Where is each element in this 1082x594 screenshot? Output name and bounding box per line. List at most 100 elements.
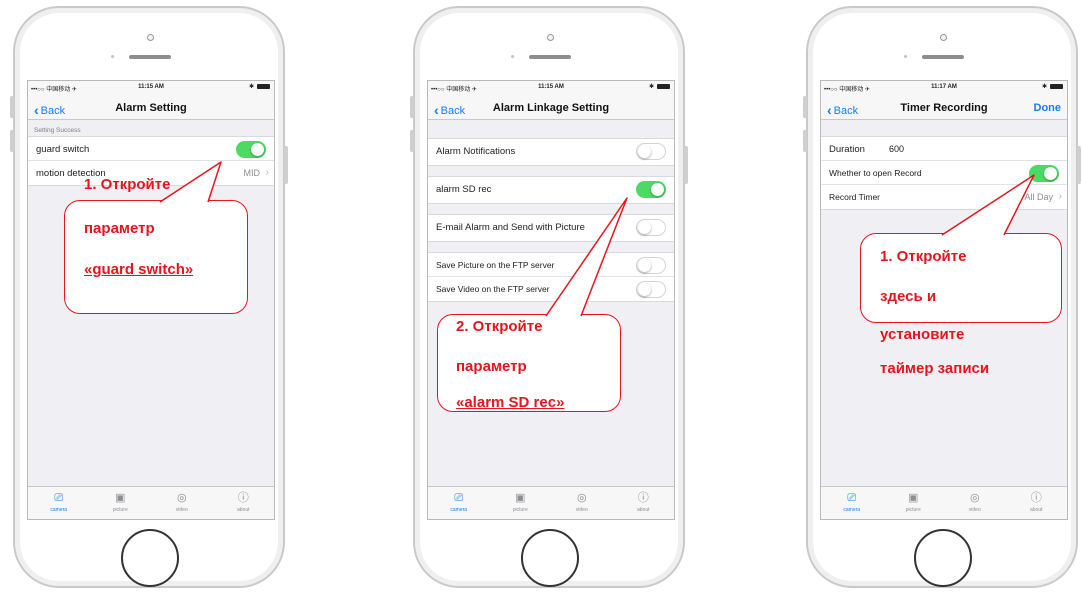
tab-camera[interactable]: ⎚ camera xyxy=(28,487,90,519)
sensor-dot xyxy=(111,55,114,58)
tab-camera[interactable]: ⎚ camera xyxy=(428,487,490,519)
duration-value[interactable]: 600 xyxy=(889,144,904,154)
info-icon: ⓘ xyxy=(637,492,649,504)
sensor-dot xyxy=(904,55,907,58)
sensor-dot xyxy=(511,55,514,58)
bluetooth-icon: ✱ xyxy=(1041,84,1047,90)
earpiece-speaker xyxy=(529,55,571,59)
ftp-video-toggle[interactable] xyxy=(636,281,666,298)
settings-group: E-mail Alarm and Send with Picture xyxy=(428,214,674,242)
tab-label: camera xyxy=(450,507,468,513)
screen-alarm-linkage: •••○○ 中国移动 ✈ 11:15 AM ✱ ‹ Back Alarm Link… xyxy=(427,80,675,520)
callout-3-line-3: установите xyxy=(880,326,965,343)
volume-button xyxy=(10,96,14,118)
ftp-picture-toggle[interactable] xyxy=(636,257,666,274)
tab-label: about xyxy=(236,507,250,513)
tab-bar: ⎚ camera ▣ picture ◎ video ⓘ about xyxy=(821,486,1067,519)
tab-camera[interactable]: ⎚ camera xyxy=(821,487,883,519)
bluetooth-icon: ✱ xyxy=(648,84,654,90)
chevron-right-icon: › xyxy=(265,167,269,178)
tab-about[interactable]: ⓘ about xyxy=(1006,487,1068,519)
image-icon: ▣ xyxy=(515,492,526,504)
toggle-knob xyxy=(638,283,651,296)
toggle-knob xyxy=(638,259,651,272)
volume-button xyxy=(410,130,414,152)
image-icon: ▣ xyxy=(115,492,126,504)
tab-about[interactable]: ⓘ about xyxy=(213,487,275,519)
tab-picture[interactable]: ▣ picture xyxy=(490,487,552,519)
tab-bar: ⎚ camera ▣ picture ◎ video ⓘ about xyxy=(28,486,274,519)
bluetooth-icon: ✱ xyxy=(248,84,254,90)
row-label: alarm SD rec xyxy=(436,184,492,195)
status-time: 11:17 AM xyxy=(931,84,957,90)
row-label: guard switch xyxy=(36,144,90,155)
navigation-bar: ‹ Back Timer Recording Done xyxy=(821,94,1067,120)
volume-button xyxy=(10,130,14,152)
callout-3-line-1: 1. Откройте xyxy=(880,248,967,265)
power-button xyxy=(684,146,688,184)
row-label: E-mail Alarm and Send with Picture xyxy=(436,222,585,233)
tab-label: about xyxy=(1029,507,1043,513)
tab-bar: ⎚ camera ▣ picture ◎ video ⓘ about xyxy=(428,486,674,519)
status-time: 11:15 AM xyxy=(138,84,164,90)
video-reel-icon: ◎ xyxy=(576,492,587,504)
guard-switch-toggle[interactable] xyxy=(236,141,266,158)
phone-frame-2: •••○○ 中国移动 ✈ 11:15 AM ✱ ‹ Back Alarm Link… xyxy=(410,6,688,588)
tab-picture[interactable]: ▣ picture xyxy=(90,487,152,519)
tab-about[interactable]: ⓘ about xyxy=(613,487,675,519)
done-button[interactable]: Done xyxy=(1034,102,1062,114)
front-camera xyxy=(547,34,554,41)
battery-icon xyxy=(657,84,670,89)
power-button xyxy=(1077,146,1081,184)
home-button[interactable] xyxy=(914,529,972,587)
page-title: Alarm Linkage Setting xyxy=(492,102,610,114)
row-label: Duration xyxy=(829,144,865,155)
tab-video[interactable]: ◎ video xyxy=(151,487,213,519)
toggle-knob xyxy=(638,221,651,234)
toggle-knob xyxy=(638,145,651,158)
row-label: Whether to open Record xyxy=(829,168,922,178)
row-alarm-notifications: Alarm Notifications xyxy=(428,139,674,165)
row-value: All Day xyxy=(1024,192,1053,202)
tab-label: video xyxy=(175,507,188,513)
status-bar: •••○○ 中国移动 ✈ 11:17 AM ✱ xyxy=(821,81,1067,94)
front-camera xyxy=(940,34,947,41)
video-camera-icon: ⎚ xyxy=(454,492,464,504)
tab-video[interactable]: ◎ video xyxy=(944,487,1006,519)
row-duration: Duration 600 xyxy=(821,137,1067,161)
settings-group: Save Picture on the FTP server Save Vide… xyxy=(428,252,674,302)
email-alarm-toggle[interactable] xyxy=(636,219,666,236)
row-record-timer[interactable]: Record Timer All Day › xyxy=(821,185,1067,209)
section-header: Setting Success xyxy=(34,127,81,134)
navigation-bar: ‹ Back Alarm Setting xyxy=(28,94,274,120)
alarm-sd-rec-toggle[interactable] xyxy=(636,181,666,198)
home-button[interactable] xyxy=(121,529,179,587)
tab-label: video xyxy=(968,507,981,513)
tab-video[interactable]: ◎ video xyxy=(551,487,613,519)
row-guard-switch: guard switch xyxy=(28,137,274,161)
status-time: 11:15 AM xyxy=(538,84,564,90)
page-title: Alarm Setting xyxy=(115,102,187,114)
callout-1-line-2: параметр xyxy=(84,220,155,237)
tab-label: video xyxy=(575,507,588,513)
tab-label: camera xyxy=(843,507,861,513)
earpiece-speaker xyxy=(922,55,964,59)
info-icon: ⓘ xyxy=(237,492,249,504)
tab-picture[interactable]: ▣ picture xyxy=(883,487,945,519)
toggle-knob xyxy=(651,183,664,196)
front-camera xyxy=(147,34,154,41)
volume-button xyxy=(803,96,807,118)
open-record-toggle[interactable] xyxy=(1029,165,1059,182)
earpiece-speaker xyxy=(129,55,171,59)
row-label: Save Picture on the FTP server xyxy=(436,260,555,270)
callout-2-line-1: 2. Откройте xyxy=(456,318,543,335)
tab-label: picture xyxy=(112,507,128,513)
battery-icon xyxy=(257,84,270,89)
alarm-notifications-toggle[interactable] xyxy=(636,143,666,160)
tab-label: about xyxy=(636,507,650,513)
toggle-knob xyxy=(1044,167,1057,180)
home-button[interactable] xyxy=(521,529,579,587)
video-reel-icon: ◎ xyxy=(176,492,187,504)
video-reel-icon: ◎ xyxy=(969,492,980,504)
page-title: Timer Recording xyxy=(900,102,988,114)
